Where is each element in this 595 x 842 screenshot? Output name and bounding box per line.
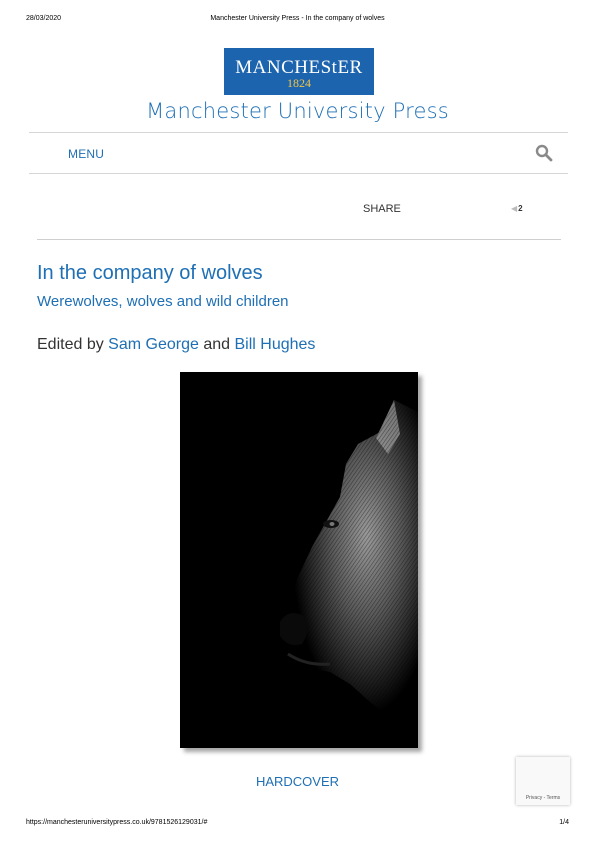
- editor-link-sam-george[interactable]: Sam George: [108, 336, 199, 353]
- share-count: ◀2: [511, 204, 523, 213]
- print-page-number: 1/4: [559, 819, 569, 826]
- editors-conjunction: and: [203, 336, 231, 353]
- wolf-illustration: [280, 400, 418, 724]
- recaptcha-badge[interactable]: Privacy - Terms: [516, 757, 570, 805]
- share-count-value: 2: [518, 204, 523, 213]
- manchester-logo[interactable]: MANCHEStER 1824: [224, 48, 374, 95]
- book-title: In the company of wolves: [37, 262, 263, 284]
- book-cover-image[interactable]: [180, 372, 418, 748]
- print-page-title: Manchester University Press - In the com…: [210, 15, 385, 22]
- logo-year: 1824: [287, 76, 311, 90]
- site-name[interactable]: Manchester University Press: [0, 99, 595, 123]
- print-url: https://manchesteruniversitypress.co.uk/…: [26, 819, 208, 826]
- header-divider-bottom: [29, 173, 568, 174]
- format-hardcover[interactable]: HARDCOVER: [0, 774, 595, 789]
- editors-line: Edited by Sam George and Bill Hughes: [37, 336, 315, 354]
- search-icon[interactable]: [535, 144, 553, 162]
- print-footer: https://manchesteruniversitypress.co.uk/…: [0, 819, 595, 829]
- header-divider-top: [29, 132, 568, 133]
- content-divider: [37, 239, 561, 240]
- book-subtitle: Werewolves, wolves and wild children: [37, 293, 289, 310]
- print-header: 28/03/2020 Manchester University Press -…: [0, 15, 595, 25]
- menu-button[interactable]: MENU: [68, 147, 104, 161]
- share-button[interactable]: SHARE: [363, 203, 401, 215]
- editor-link-bill-hughes[interactable]: Bill Hughes: [235, 336, 316, 353]
- share-count-pointer-icon: ◀: [511, 204, 518, 213]
- edited-by-label: Edited by: [37, 336, 104, 353]
- recaptcha-privacy-terms[interactable]: Privacy - Terms: [516, 795, 570, 801]
